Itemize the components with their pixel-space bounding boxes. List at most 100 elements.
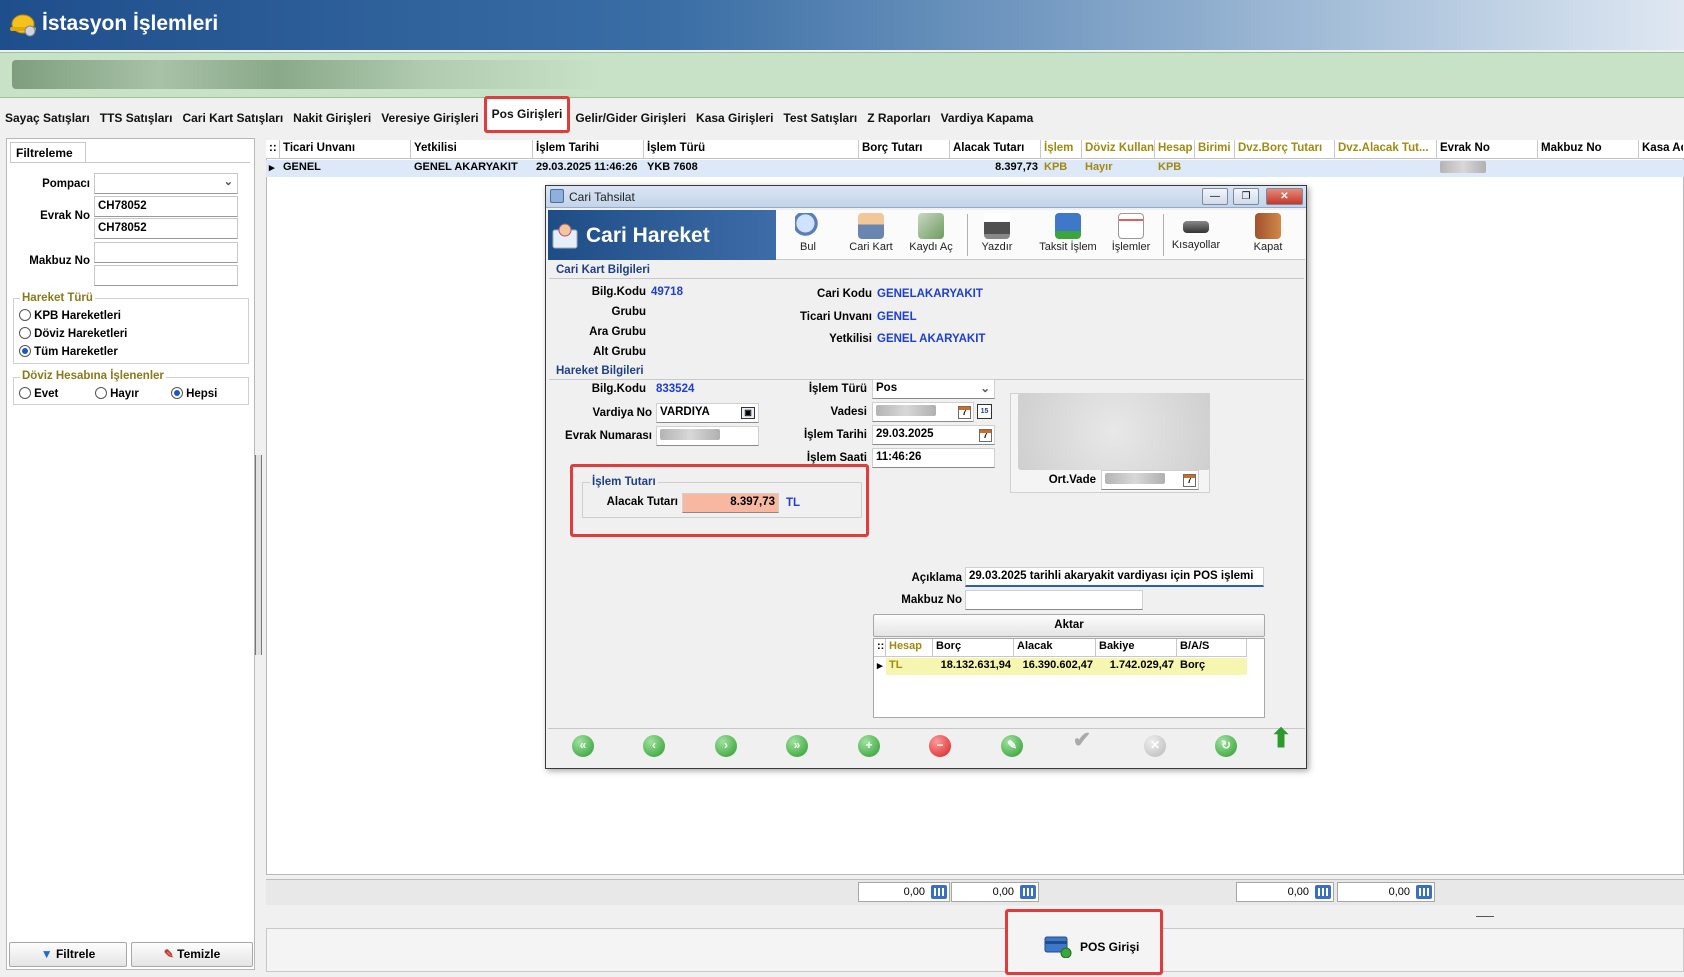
calculator-icon[interactable] xyxy=(1416,885,1432,899)
radio-tum-hareketler[interactable]: Tüm Hareketler xyxy=(19,345,118,358)
temizle-button[interactable]: ✎ Temizle xyxy=(131,942,253,967)
grid-col-alacak-tutari[interactable]: Alacak Tutarı xyxy=(950,140,1041,159)
vardiya-no-field[interactable]: VARDIYA ▣ xyxy=(656,403,759,423)
tab-kasa-girisleri[interactable]: Kasa Girişleri xyxy=(691,104,778,133)
kaydi-ac-button[interactable]: Kaydı Aç xyxy=(905,211,957,253)
balance-col-borc[interactable]: Borç xyxy=(933,639,1014,656)
table-row[interactable]: ▸ TL 18.132.631,94 16.390.602,47 1.742.0… xyxy=(874,658,1247,675)
grid-col-hesap[interactable]: Hesap xyxy=(1155,140,1195,159)
yazdir-button[interactable]: Yazdır xyxy=(977,211,1017,253)
edit-record-icon[interactable]: ✎ xyxy=(1001,735,1023,757)
grid-col-dvz-alacak[interactable]: Dvz.Alacak Tut... xyxy=(1335,140,1437,159)
arrow-up-icon[interactable]: ⬆ xyxy=(1270,725,1292,751)
tab-gelir-gider-girisleri[interactable]: Gelir/Gider Girişleri xyxy=(570,104,691,133)
add-record-icon[interactable]: + xyxy=(858,735,880,757)
calculator-icon[interactable] xyxy=(1315,885,1331,899)
calendar-icon[interactable]: 7 xyxy=(1183,474,1196,487)
grid-col-islem[interactable]: İşlem xyxy=(1041,140,1082,159)
grid-col-doviz-kullan[interactable]: Döviz Kullan xyxy=(1082,140,1155,159)
makbuz-no-start-input[interactable] xyxy=(94,242,238,263)
balance-col-bas[interactable]: B/A/S xyxy=(1177,639,1247,656)
tab-test-satislari[interactable]: Test Satışları xyxy=(778,104,862,133)
tab-tts-satislari[interactable]: TTS Satışları xyxy=(95,104,178,133)
tab-veresiye-girisleri[interactable]: Veresiye Girişleri xyxy=(376,104,483,133)
minimize-button[interactable]: — xyxy=(1202,188,1228,205)
grid-col-birimi[interactable]: Birimi xyxy=(1195,140,1235,159)
grid-col-islem-turu[interactable]: İşlem Türü xyxy=(644,140,859,159)
islem-tarihi-field[interactable]: 29.03.2025 7 xyxy=(872,425,995,445)
tab-z-raporlari[interactable]: Z Raporları xyxy=(862,104,935,133)
close-window-button[interactable]: ✕ xyxy=(1266,188,1303,205)
vadesi-field[interactable]: 7 xyxy=(872,402,974,422)
evrak-no-end-input[interactable]: CH78052 xyxy=(94,218,238,239)
total-alacak-field[interactable]: 0,00 xyxy=(951,882,1039,902)
delete-record-icon[interactable]: − xyxy=(929,735,951,757)
next-record-icon[interactable]: › xyxy=(715,735,737,757)
grid-col-makbuz-no[interactable]: Makbuz No xyxy=(1538,140,1639,159)
search-icon xyxy=(795,213,821,239)
total-dvz-borc-field[interactable]: 0,00 xyxy=(1236,882,1334,902)
post-checkmark-icon[interactable]: ✔ xyxy=(1071,729,1093,751)
balance-col-hesap[interactable]: Hesap xyxy=(886,639,933,656)
cancel-record-icon[interactable]: ✕ xyxy=(1144,735,1166,757)
radio-doviz-hareketleri[interactable]: Döviz Hareketleri xyxy=(19,327,127,340)
grid-col-borc-tutari[interactable]: Borç Tutarı xyxy=(859,140,950,159)
evrak-no-start-input[interactable]: CH78052 xyxy=(94,196,238,217)
calculator-icon[interactable] xyxy=(1020,885,1036,899)
restore-button[interactable]: ❐ xyxy=(1233,188,1259,205)
panel-splitter[interactable] xyxy=(255,455,262,655)
kapat-button[interactable]: Kapat xyxy=(1248,211,1288,253)
ort-vade-field[interactable]: 7 xyxy=(1101,470,1199,490)
grid-col-islem-tarihi[interactable]: İşlem Tarihi xyxy=(533,140,644,159)
makbuz-no-dialog-input[interactable] xyxy=(965,590,1143,610)
aciklama-input[interactable]: 29.03.2025 tarihli akaryakit vardiyası i… xyxy=(965,567,1264,587)
filtrele-button[interactable]: ▼ Filtrele xyxy=(9,942,127,967)
tab-vardiya-kapama[interactable]: Vardiya Kapama xyxy=(936,104,1039,133)
islemler-button[interactable]: İşlemler xyxy=(1107,211,1155,253)
islem-saati-field[interactable]: 11:46:26 xyxy=(872,448,995,468)
keyboard-icon xyxy=(1183,221,1209,233)
tab-cari-kart-satislari[interactable]: Cari Kart Satışları xyxy=(177,104,288,133)
tab-pos-girisleri[interactable]: Pos Girişleri xyxy=(483,96,571,133)
balance-col-alacak[interactable]: Alacak xyxy=(1014,639,1096,656)
first-record-icon[interactable]: « xyxy=(572,735,594,757)
taksit-islem-button[interactable]: Taksit İşlem xyxy=(1035,211,1101,253)
cell-alacak: 8.397,73 xyxy=(995,161,1038,173)
radio-hayir[interactable]: Hayır xyxy=(95,387,139,400)
aktar-button[interactable]: Aktar xyxy=(873,614,1265,637)
dialog-title-bar[interactable] xyxy=(546,186,1306,208)
total-dvz-alacak-field[interactable]: 0,00 xyxy=(1337,882,1435,902)
table-row[interactable]: ▸ GENEL GENEL AKARYAKIT 29.03.2025 11:46… xyxy=(266,160,1684,177)
calendar-icon[interactable]: 7 xyxy=(979,429,992,442)
lookup-icon[interactable]: ▣ xyxy=(741,407,755,419)
grid-col-dvz-borc[interactable]: Dvz.Borç Tutarı xyxy=(1235,140,1335,159)
radio-hepsi[interactable]: Hepsi xyxy=(171,387,217,400)
makbuz-no-end-input[interactable] xyxy=(94,265,238,286)
calendar-picker-icon[interactable]: 15 xyxy=(977,404,992,419)
total-borc-field[interactable]: 0,00 xyxy=(858,882,950,902)
refresh-icon[interactable]: ↻ xyxy=(1215,735,1237,757)
cari-kart-button[interactable]: Cari Kart xyxy=(845,211,897,253)
islem-turu-select[interactable]: Pos ⌄ xyxy=(872,379,995,399)
drag-handle[interactable] xyxy=(1476,916,1494,917)
radio-evet[interactable]: Evet xyxy=(19,387,58,400)
balance-col-bakiye[interactable]: Bakiye xyxy=(1096,639,1177,656)
grid-col-ticari-unvani[interactable]: Ticari Unvanı xyxy=(280,140,411,159)
calculator-icon[interactable] xyxy=(931,885,947,899)
calendar-icon[interactable]: 7 xyxy=(958,406,971,419)
pompaci-select[interactable]: ⌄ xyxy=(94,173,238,194)
grid-col-yetkilisi[interactable]: Yetkilisi xyxy=(411,140,533,159)
grid-col-evrak-no[interactable]: Evrak No xyxy=(1437,140,1538,159)
grid-col-kasa-ad[interactable]: Kasa Ad xyxy=(1639,140,1683,159)
alacak-tutari-input[interactable]: 8.397,73 xyxy=(682,493,779,513)
tab-nakit-girisleri[interactable]: Nakit Girişleri xyxy=(288,104,376,133)
bul-button[interactable]: Bul xyxy=(788,211,828,253)
filter-tab[interactable]: Filtreleme xyxy=(10,142,86,162)
kisayollar-button[interactable]: Kısayollar xyxy=(1171,211,1221,251)
prev-record-icon[interactable]: ‹ xyxy=(643,735,665,757)
evrak-numarasi-field[interactable] xyxy=(656,426,759,446)
tab-sayac-satislari[interactable]: Sayaç Satışları xyxy=(0,104,95,133)
last-record-icon[interactable]: » xyxy=(786,735,808,757)
radio-kpb-hareketleri[interactable]: KPB Hareketleri xyxy=(19,309,121,322)
pos-girisi-button[interactable]: POS Girişi xyxy=(1005,909,1163,975)
